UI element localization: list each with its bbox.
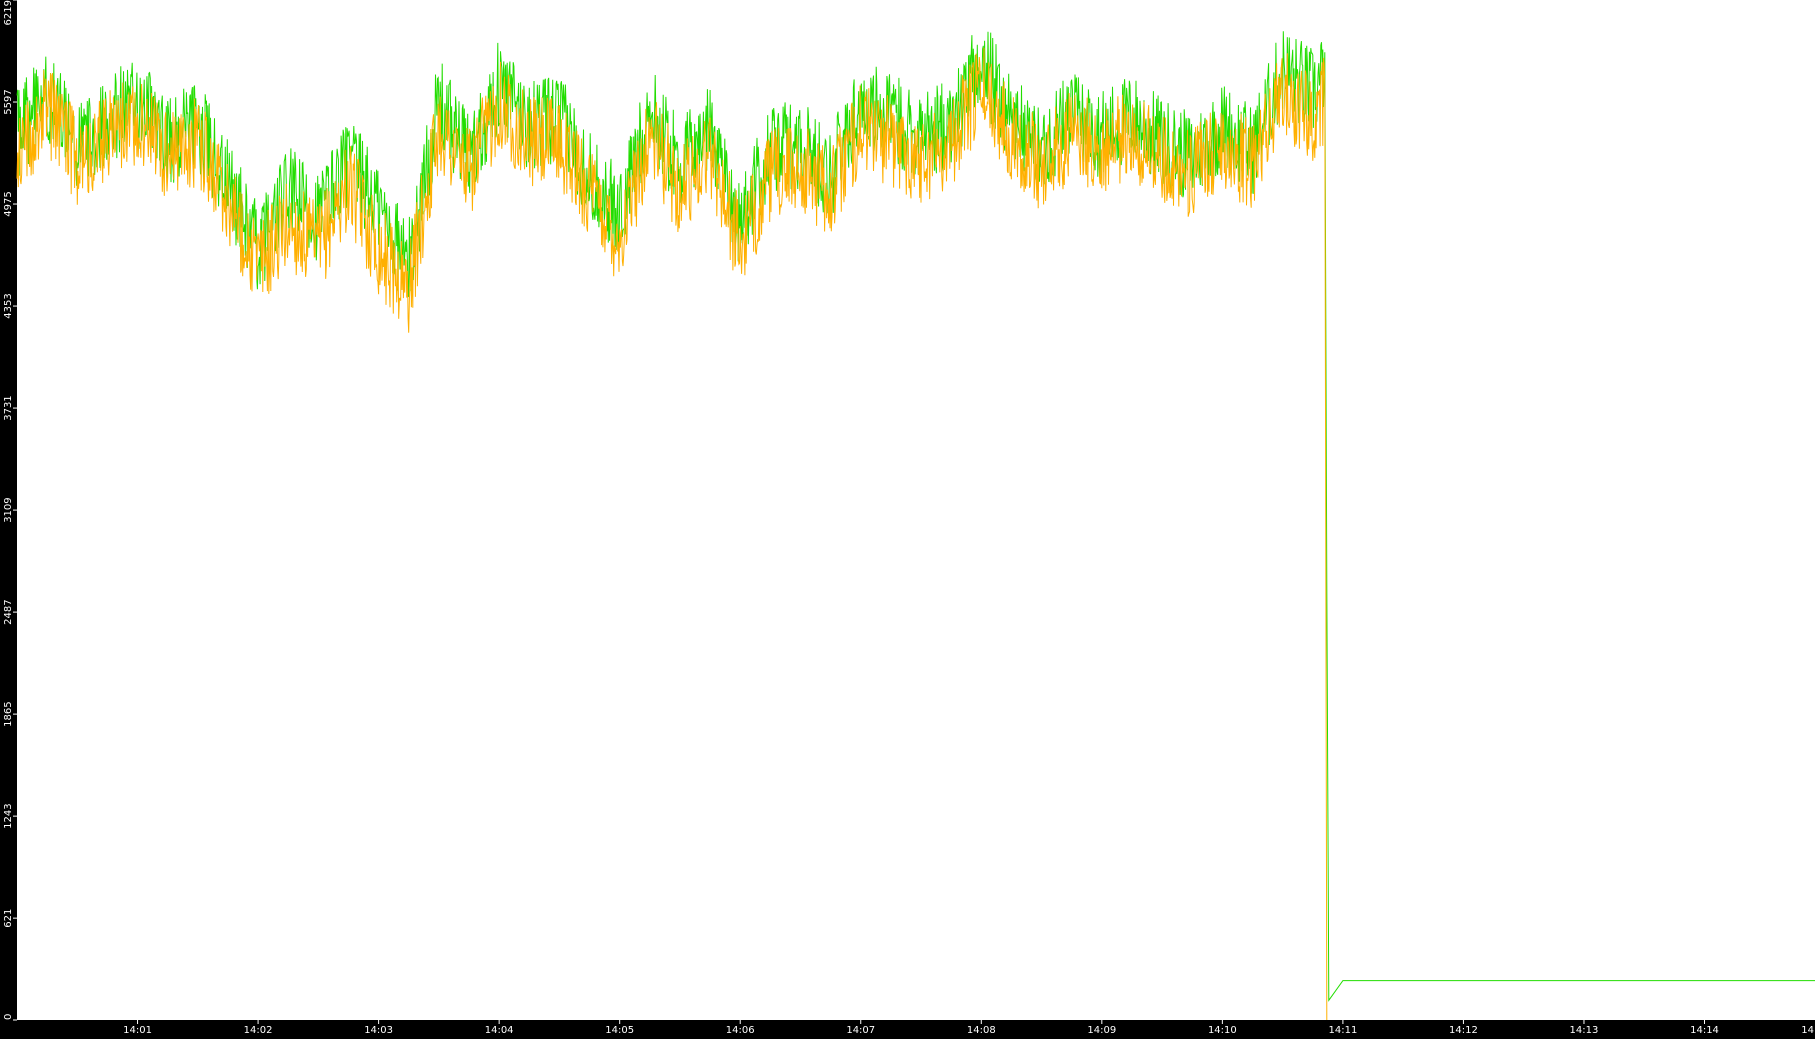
x-tick-label: 14:09	[1087, 1025, 1116, 1036]
x-tick-label: 14:04	[485, 1025, 514, 1036]
x-tick-label: 14:03	[364, 1025, 393, 1036]
y-tick-label: 5597	[3, 89, 14, 114]
x-tick-label: 14:12	[1449, 1025, 1478, 1036]
y-tick-label: 1865	[3, 701, 14, 726]
y-tick-label: 1243	[3, 803, 14, 828]
y-tick-label: 2487	[3, 599, 14, 624]
y-tick-label: 6219	[3, 0, 14, 25]
x-tick-label: 14:08	[967, 1025, 996, 1036]
y-tick-label: 4353	[3, 293, 14, 318]
chart: 0 621 1243 1865 2487 3109 3731 4353 4975 5597 6219…	[0, 0, 1815, 1039]
x-tick-label: 14:01	[123, 1025, 152, 1036]
x-tick-label: 14:07	[846, 1025, 875, 1036]
chart-svg: 0 621 1243 1865 2487 3109 3731 4353 4975 5597 6219…	[0, 0, 1815, 1039]
x-tick-label: 14:06	[726, 1025, 755, 1036]
x-tick-label: 14:14	[1690, 1025, 1719, 1036]
x-tick-label: 14	[1801, 1025, 1814, 1036]
y-tick-label: 621	[3, 909, 14, 928]
y-tick-label: 3109	[3, 497, 14, 522]
x-tick-label: 14:11	[1328, 1025, 1357, 1036]
x-tick-label: 14:02	[244, 1025, 273, 1036]
y-tick-label: 4975	[3, 191, 14, 216]
x-tick-label: 14:05	[605, 1025, 634, 1036]
x-tick-label: 14:13	[1570, 1025, 1599, 1036]
x-tick-label: 14:10	[1208, 1025, 1237, 1036]
y-tick-label: 0	[3, 1014, 14, 1020]
y-tick-label: 3731	[3, 395, 14, 420]
